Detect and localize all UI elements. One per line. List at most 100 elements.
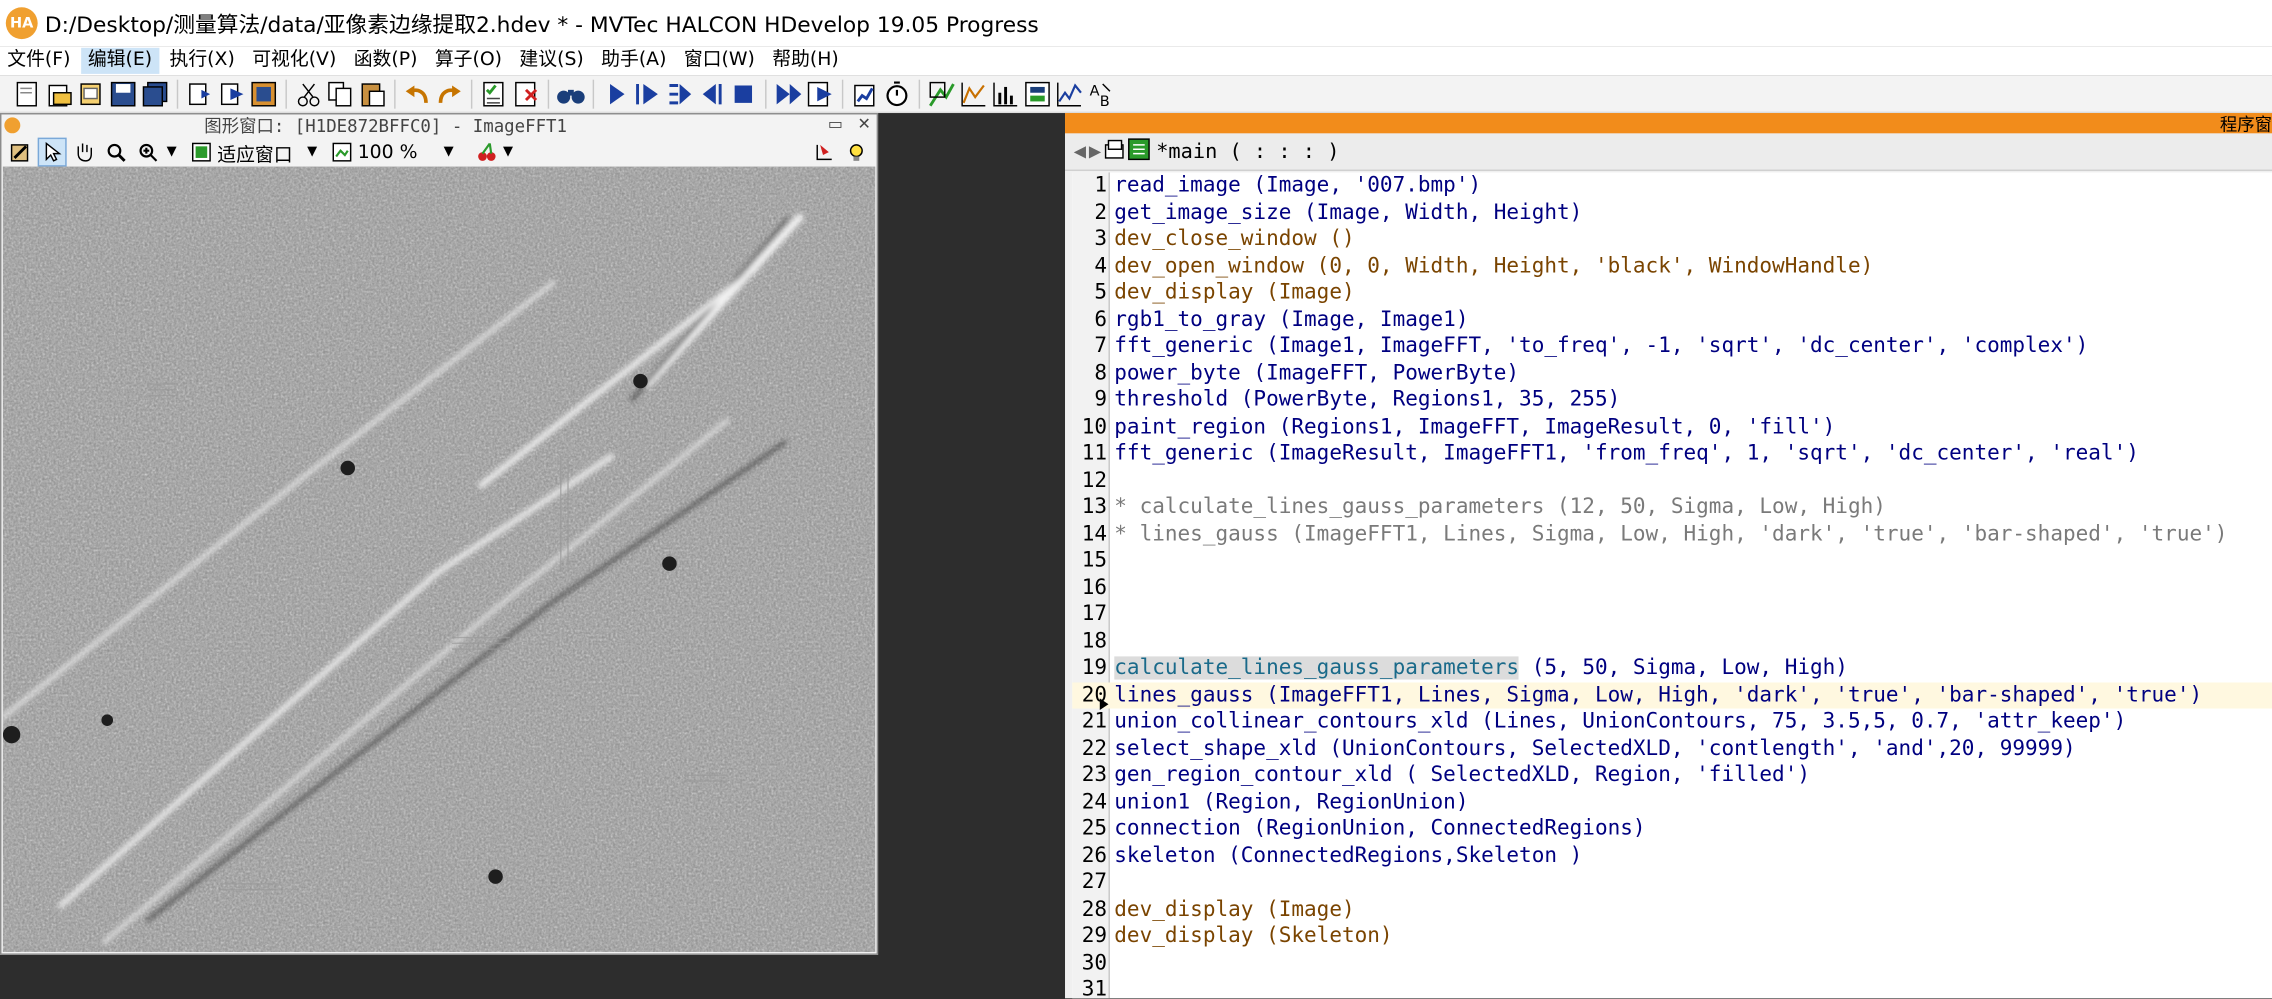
code-text[interactable]: dev_open_window (0, 0, Width, Height, 'b…: [1114, 253, 1873, 280]
zoom-icon[interactable]: [133, 138, 162, 167]
chevron-down-icon[interactable]: ▼: [307, 145, 317, 159]
step-into-icon[interactable]: [665, 79, 694, 108]
edit-icon[interactable]: [6, 138, 35, 167]
code-line[interactable]: 30: [1072, 950, 2272, 977]
code-text[interactable]: * lines_gauss (ImageFFT1, Lines, Sigma, …: [1114, 521, 2227, 548]
code-text[interactable]: lines_gauss (ImageFFT1, Lines, Sigma, Lo…: [1114, 682, 2202, 709]
reset-program-icon[interactable]: [774, 79, 803, 108]
code-line[interactable]: 12: [1072, 467, 2272, 494]
code-line[interactable]: 1 read_image (Image, '007.bmp'): [1072, 172, 2272, 199]
code-line[interactable]: 13 * calculate_lines_gauss_parameters (12…: [1072, 494, 2272, 521]
code-line[interactable]: 29 dev_display (Skeleton): [1072, 923, 2272, 950]
code-text[interactable]: fft_generic (Image1, ImageFFT, 'to_freq'…: [1114, 333, 2088, 360]
menu-edit[interactable]: 编辑(E): [80, 47, 160, 74]
code-line[interactable]: 4 dev_open_window (0, 0, Width, Height, '…: [1072, 253, 2272, 280]
save-all-icon[interactable]: [141, 79, 170, 108]
code-text[interactable]: select_shape_xld (UnionContours, Selecte…: [1114, 735, 2075, 762]
code-text[interactable]: power_byte (ImageFFT, PowerByte): [1114, 360, 1519, 387]
chevron-down-icon[interactable]: ▼: [167, 145, 177, 159]
paste-icon[interactable]: [358, 79, 387, 108]
step-over-icon[interactable]: [633, 79, 662, 108]
run-icon[interactable]: [601, 79, 630, 108]
code-line[interactable]: 21 union_collinear_contours_xld (Lines, U…: [1072, 709, 2272, 736]
main-procedure-icon[interactable]: [1127, 137, 1150, 166]
new-file-icon[interactable]: [13, 79, 42, 108]
open-file-icon[interactable]: [45, 79, 74, 108]
copy-icon[interactable]: [326, 79, 355, 108]
lightbulb-icon[interactable]: [842, 138, 871, 167]
code-text[interactable]: fft_generic (ImageResult, ImageFFT1, 'fr…: [1114, 440, 2139, 467]
cut-icon[interactable]: [294, 79, 323, 108]
zoom-level-icon[interactable]: [327, 138, 356, 167]
code-line[interactable]: 2 get_image_size (Image, Width, Height): [1072, 199, 2272, 226]
code-line[interactable]: 24 union1 (Region, RegionUnion): [1072, 789, 2272, 816]
code-line[interactable]: 27: [1072, 869, 2272, 896]
code-line[interactable]: 10 paint_region (Regions1, ImageFFT, Imag…: [1072, 414, 2272, 441]
menu-window[interactable]: 窗口(W): [677, 48, 762, 74]
chevron-down-icon[interactable]: ▼: [503, 145, 513, 159]
redo-icon[interactable]: [435, 79, 464, 108]
fft-result-image[interactable]: [2, 166, 876, 952]
image-info-icon[interactable]: [927, 79, 956, 108]
forward-icon[interactable]: ▶: [1089, 142, 1101, 161]
code-text[interactable]: threshold (PowerByte, Regions1, 35, 255): [1114, 387, 1620, 414]
menu-execute[interactable]: 执行(X): [162, 48, 242, 74]
code-line[interactable]: 9 threshold (PowerByte, Regions1, 35, 255…: [1072, 387, 2272, 414]
back-icon[interactable]: ◀: [1074, 142, 1086, 161]
run-file-icon[interactable]: [217, 79, 246, 108]
code-line[interactable]: 28 dev_display (Image): [1072, 896, 2272, 923]
step-into-file-icon[interactable]: [185, 79, 214, 108]
deactivate-lines-icon[interactable]: [511, 79, 540, 108]
feature-inspection-icon[interactable]: [1023, 79, 1052, 108]
menu-help[interactable]: 帮助(H): [765, 48, 846, 74]
open-example-icon[interactable]: [77, 79, 106, 108]
code-text[interactable]: dev_display (Image): [1114, 896, 1354, 923]
ocr-assistant-icon[interactable]: AB: [1087, 79, 1116, 108]
close-icon[interactable]: ✕: [857, 114, 870, 134]
binoculars-icon[interactable]: [556, 79, 585, 108]
code-line[interactable]: 6 rgb1_to_gray (Image, Image1): [1072, 306, 2272, 333]
code-text[interactable]: get_image_size (Image, Width, Height): [1114, 199, 1582, 226]
code-line[interactable]: 26 skeleton (ConnectedRegions,Skeleton ): [1072, 843, 2272, 870]
code-text[interactable]: rgb1_to_gray (Image, Image1): [1114, 306, 1468, 333]
graphics-settings-icon[interactable]: [810, 138, 839, 167]
save-icon[interactable]: [109, 79, 138, 108]
profiler-icon[interactable]: [851, 79, 880, 108]
code-line[interactable]: 20 lines_gauss (ImageFFT1, Lines, Sigma, …: [1072, 681, 2272, 710]
code-editor[interactable]: 1 read_image (Image, '007.bmp') 2 get_image…: [1072, 172, 2272, 999]
line-profile-icon[interactable]: [1055, 79, 1084, 108]
procedure-export-icon[interactable]: [249, 79, 278, 108]
stop-icon[interactable]: [729, 79, 758, 108]
menu-procedures[interactable]: 函数(P): [346, 48, 424, 74]
menu-operators[interactable]: 算子(O): [428, 48, 510, 74]
code-text[interactable]: dev_close_window (): [1114, 226, 1354, 253]
procedure-tab-main[interactable]: *main ( : : : ): [1156, 140, 1339, 163]
code-text[interactable]: connection (RegionUnion, ConnectedRegion…: [1114, 816, 1645, 843]
reset-procedure-icon[interactable]: [806, 79, 835, 108]
code-line[interactable]: 15: [1072, 548, 2272, 575]
code-line[interactable]: 17: [1072, 601, 2272, 628]
code-text[interactable]: calculate_lines_gauss_parameters (5, 50,…: [1114, 655, 1848, 682]
magnifier-icon[interactable]: [101, 138, 130, 167]
fit-window-select[interactable]: 适应窗口: [217, 138, 292, 166]
menu-file[interactable]: 文件(F): [0, 48, 78, 74]
pointer-icon[interactable]: [37, 137, 67, 167]
step-out-icon[interactable]: [697, 79, 726, 108]
menu-visualize[interactable]: 可视化(V): [245, 48, 344, 74]
menu-assistants[interactable]: 助手(A): [594, 48, 674, 74]
feature-histogram-icon[interactable]: [991, 79, 1020, 108]
code-line[interactable]: 19 calculate_lines_gauss_parameters (5, 5…: [1072, 655, 2272, 682]
code-line[interactable]: 22 select_shape_xld (UnionContours, Selec…: [1072, 735, 2272, 762]
code-line[interactable]: 11 fft_generic (ImageResult, ImageFFT1, '…: [1072, 440, 2272, 467]
menu-suggestions[interactable]: 建议(S): [512, 48, 591, 74]
undo-icon[interactable]: [403, 79, 432, 108]
procedure-list-icon[interactable]: [1104, 138, 1124, 164]
code-text[interactable]: paint_region (Regions1, ImageFFT, ImageR…: [1114, 414, 1835, 441]
color-settings-icon[interactable]: [473, 138, 502, 167]
code-line[interactable]: 16: [1072, 575, 2272, 602]
code-line[interactable]: 14 * lines_gauss (ImageFFT1, Lines, Sigma…: [1072, 521, 2272, 548]
code-text[interactable]: read_image (Image, '007.bmp'): [1114, 172, 1481, 199]
code-line[interactable]: 23 gen_region_contour_xld ( SelectedXLD, …: [1072, 762, 2272, 789]
code-text[interactable]: dev_display (Image): [1114, 280, 1354, 307]
code-text[interactable]: gen_region_contour_xld ( SelectedXLD, Re…: [1114, 762, 1810, 789]
